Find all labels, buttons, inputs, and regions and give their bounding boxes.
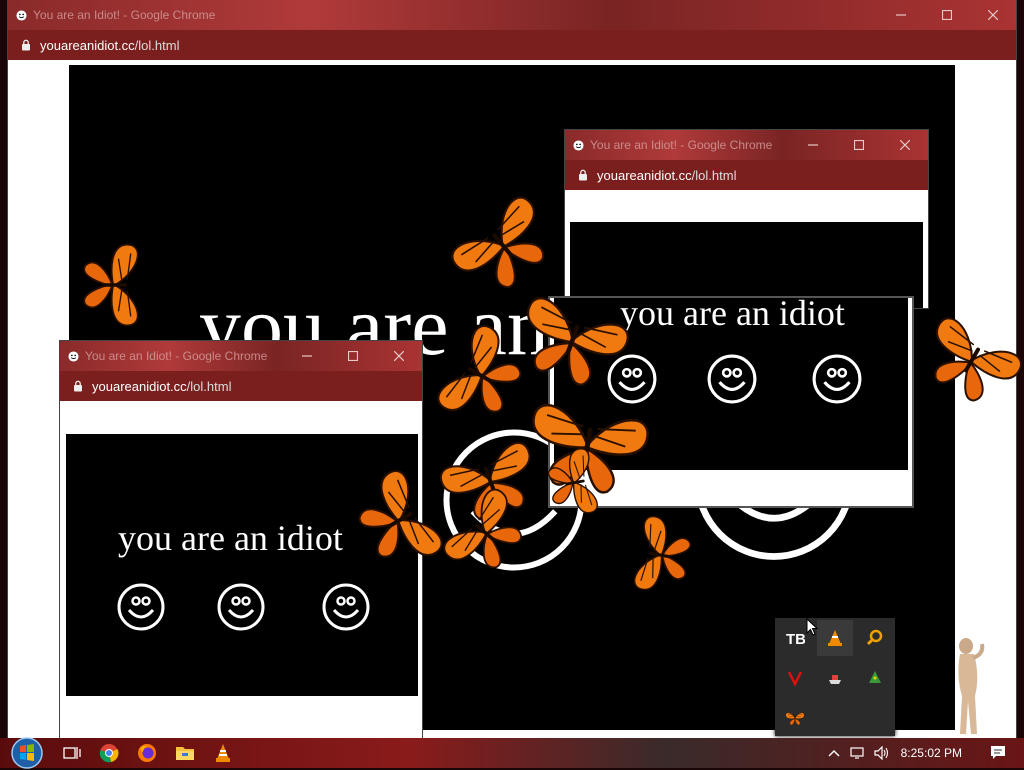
smiley-icon [117,583,165,631]
window-title: You are an Idiot! - Google Chrome [85,349,268,363]
tray-item-vlc[interactable] [817,620,853,656]
firefox-icon [138,744,156,762]
close-button[interactable] [376,341,422,371]
smiley-favicon-icon [68,350,79,362]
network-icon [850,747,864,759]
butterfly-icon [632,514,695,598]
url-path: /lol.html [691,167,737,183]
show-hidden-icons-button[interactable] [824,738,844,768]
tray-item-butterfly[interactable] [777,700,813,736]
popup-message: you are an idiot [118,518,343,558]
smiley-favicon-icon [573,139,584,151]
window-title: You are an Idiot! - Google Chrome [33,8,216,22]
lock-icon [579,169,587,181]
minimize-icon [896,14,906,16]
speaker-icon [874,746,889,760]
ship-icon [829,675,841,684]
url-host: youareanidiot.cc [92,378,187,394]
task-view-icon [63,747,81,759]
search-tool-icon [866,629,883,646]
popup-content: you are an idiot [66,434,418,696]
butterfly-icon [785,712,805,726]
url-host: youareanidiot.cc [597,167,692,183]
start-button[interactable] [0,737,54,769]
taskbar-vlc[interactable] [204,738,242,768]
close-icon [988,10,998,20]
minimize-button[interactable] [878,0,924,30]
chevron-up-icon [828,750,840,757]
clock[interactable]: 8:25:02 PM [901,746,962,760]
butterfly-icon [544,446,600,520]
start-orb-icon [11,737,43,769]
chrome-icon [99,744,119,763]
taskbar-file-explorer[interactable] [166,738,204,768]
v-icon [787,671,803,687]
file-explorer-icon [176,747,194,760]
lock-icon [22,39,30,51]
minimize-button[interactable] [790,130,836,160]
close-icon [900,140,910,150]
smiley-icon [217,583,265,631]
title-bar[interactable]: You are an Idiot! - Google Chrome [565,130,928,160]
title-bar[interactable]: You are an Idiot! - Google Chrome [8,0,1016,30]
smiley-favicon-icon [16,9,27,21]
desktop-figure [958,638,985,734]
close-button[interactable] [970,0,1016,30]
smiley-icon [707,354,757,404]
notification-icon [991,746,1005,759]
url-path: /lol.html [186,378,232,394]
address-bar[interactable]: youareanidiot.cc/lol.html [60,371,422,401]
mouse-cursor-icon [806,618,818,636]
maximize-icon [854,140,864,150]
tree-icon [869,671,881,683]
address-bar[interactable]: youareanidiot.cc/lol.html [565,160,928,190]
close-icon [394,351,404,361]
close-button[interactable] [882,130,928,160]
minimize-icon [302,355,312,357]
taskbar: 8:25:02 PM [0,737,1024,769]
tray-item-v[interactable] [777,660,813,696]
network-button[interactable] [846,738,870,768]
svg-text:TB: TB [786,631,805,648]
maximize-button[interactable] [330,341,376,371]
maximize-button[interactable] [836,130,882,160]
taskbar-chrome[interactable] [90,738,128,768]
task-view-button[interactable] [54,738,90,768]
tray-item-tree[interactable] [857,660,893,696]
butterfly-icon [83,243,139,327]
vlc-icon [828,630,842,646]
title-bar[interactable]: You are an Idiot! - Google Chrome [60,341,422,371]
minimize-icon [808,144,818,146]
window-title: You are an Idiot! - Google Chrome [590,138,773,152]
tray-item-search[interactable] [857,620,893,656]
vlc-icon [216,744,230,762]
popup-content [570,222,923,308]
tb-icon: TB [786,631,805,648]
popup-message: you are an idiot [620,298,845,333]
popup-window-right: You are an Idiot! - Google Chrome youare… [565,130,928,308]
url-host: youareanidiot.cc [40,37,135,53]
address-bar[interactable]: youareanidiot.cc/lol.html [8,30,1016,60]
url-path: /lol.html [134,37,180,53]
smiley-icon [322,583,370,631]
tray-item-ship[interactable] [817,660,853,696]
maximize-icon [348,351,358,361]
maximize-button[interactable] [924,0,970,30]
volume-button[interactable] [870,738,894,768]
notifications-button[interactable] [980,738,1016,768]
taskbar-firefox[interactable] [128,738,166,768]
lock-icon [74,380,82,392]
maximize-icon [942,10,952,20]
smiley-icon [812,354,862,404]
minimize-button[interactable] [284,341,330,371]
hidden-tray-icons-popup: TB [775,618,895,736]
